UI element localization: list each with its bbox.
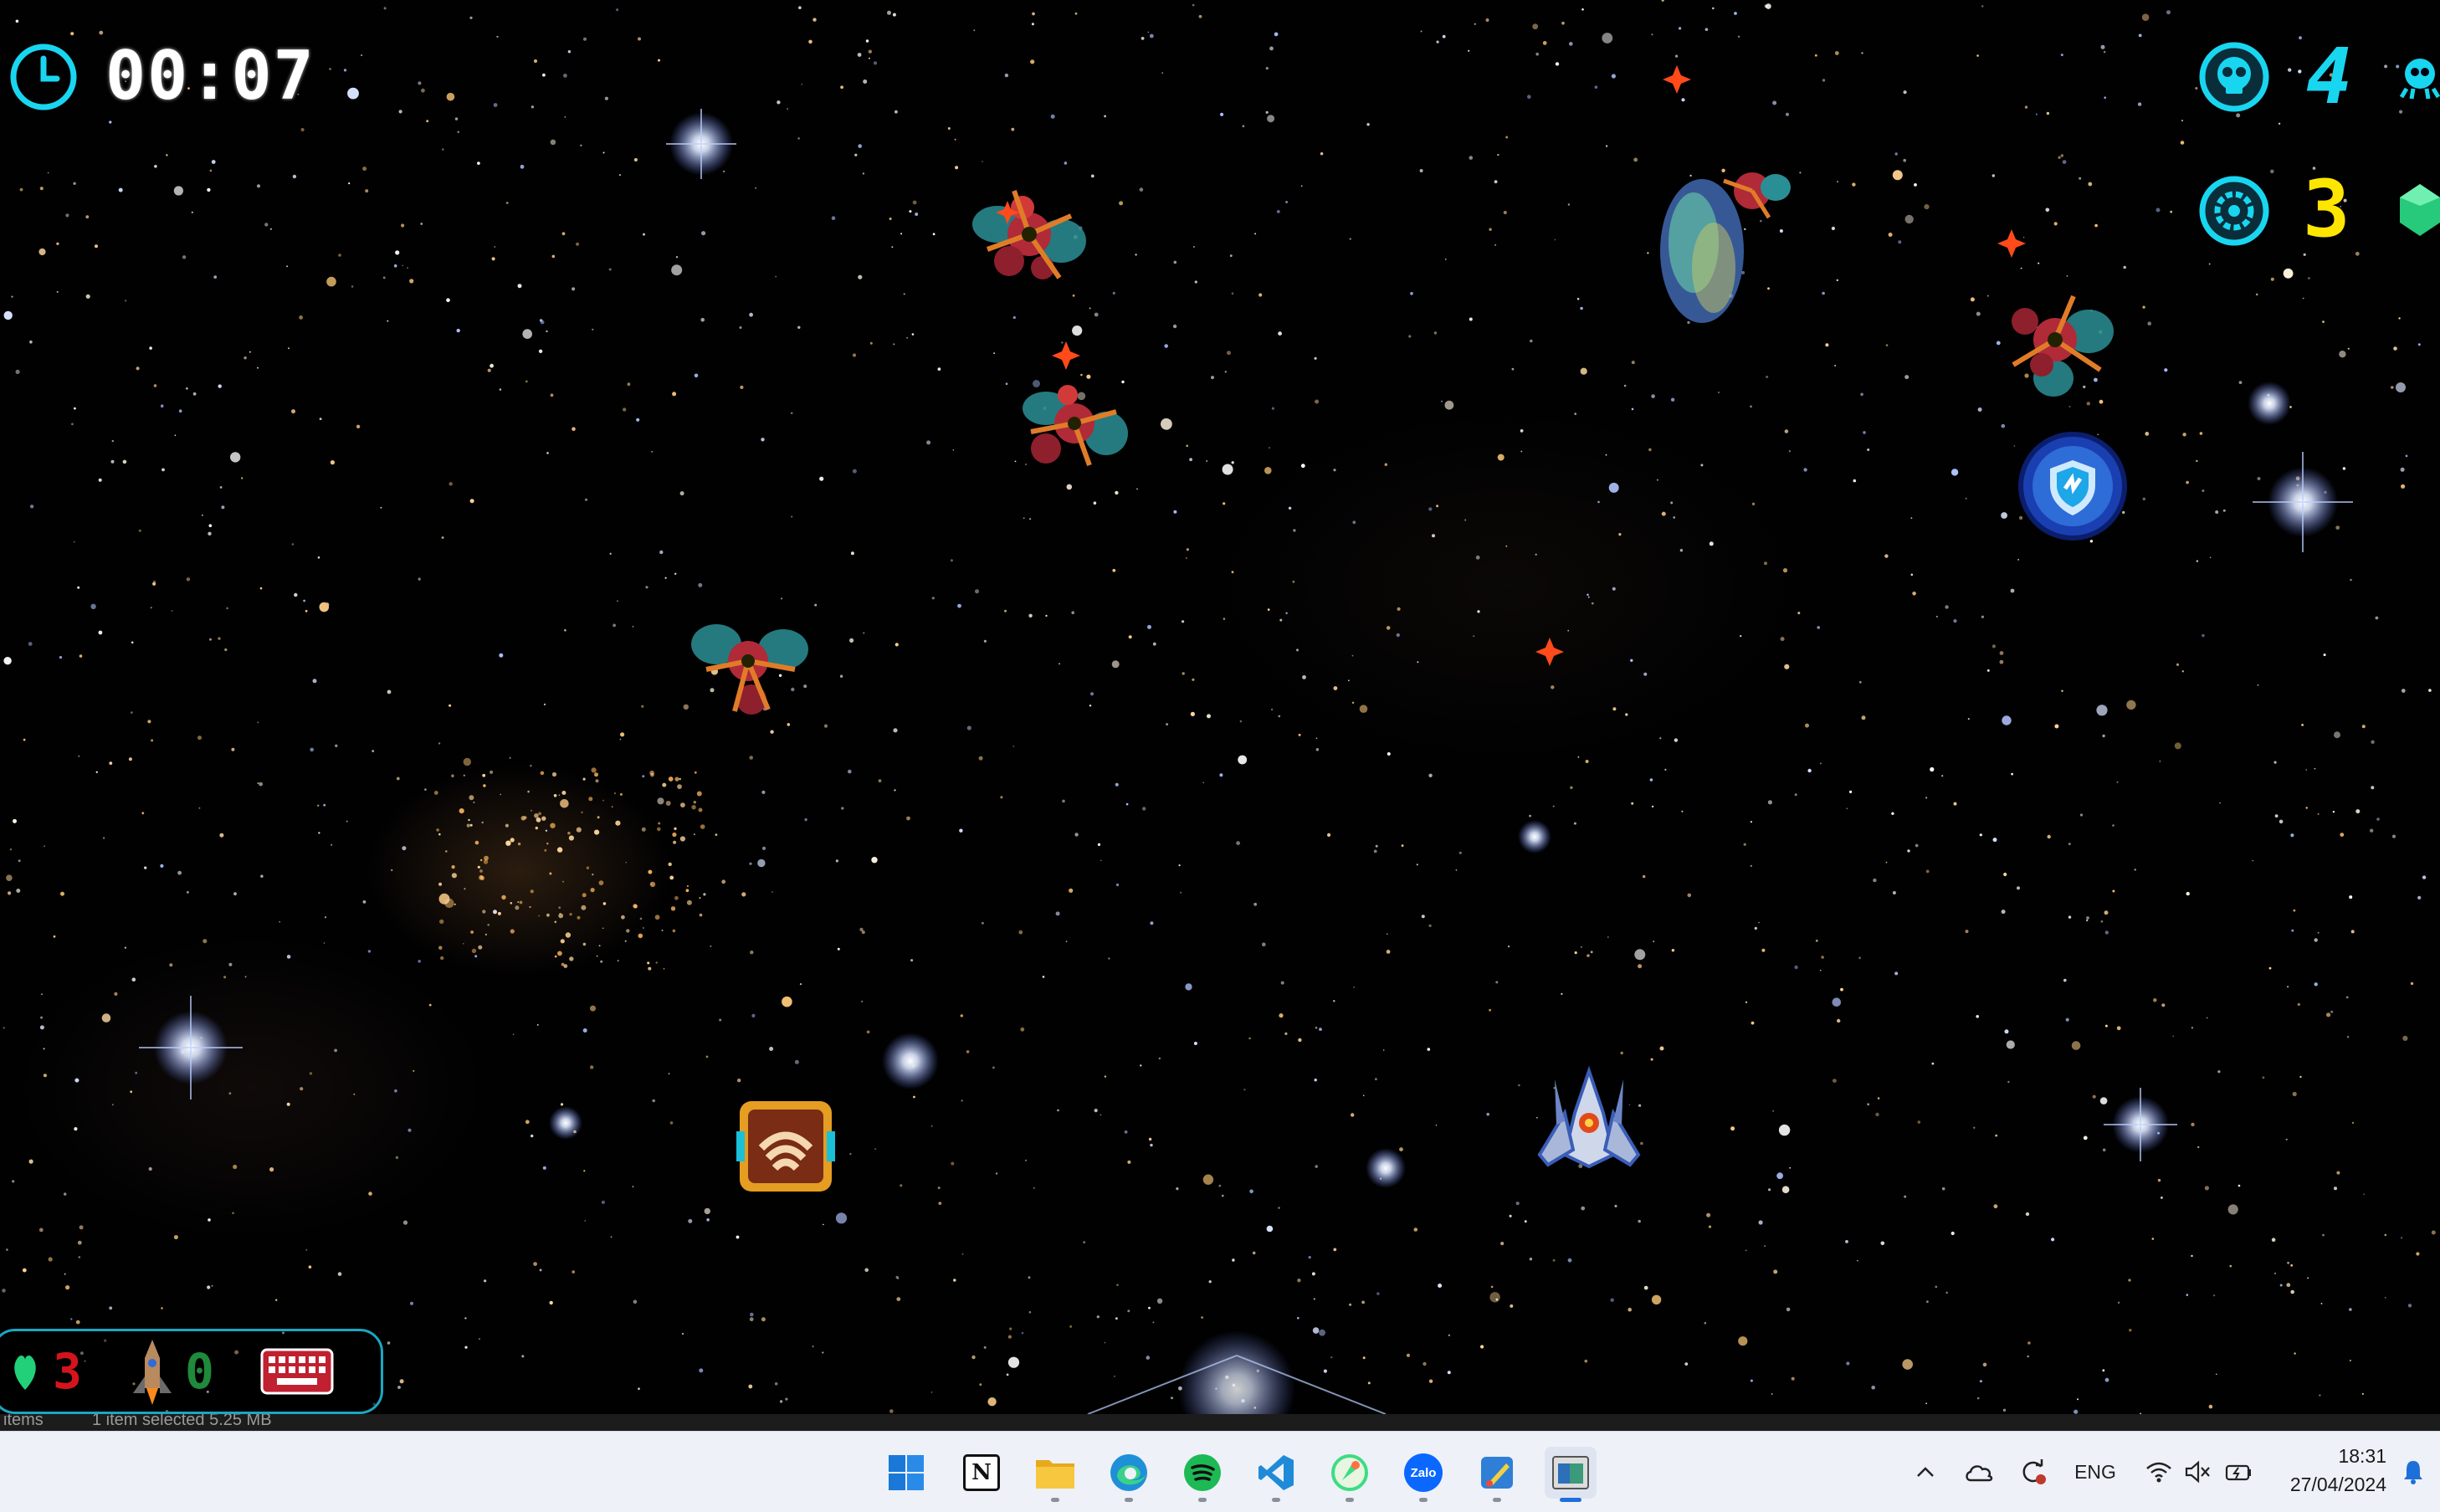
missile-icon <box>130 1338 175 1407</box>
taskbar: N Zalo ENG 18:31 27/04/2024 <box>0 1431 2440 1512</box>
status-selection-text: 1 item selected 5.25 MB <box>92 1414 272 1429</box>
taskbar-vscode[interactable] <box>1250 1447 1302 1502</box>
player-spaceship[interactable] <box>1531 1063 1647 1173</box>
volume-muted-icon[interactable] <box>2182 1455 2212 1489</box>
battery-charging-icon[interactable] <box>2224 1455 2254 1489</box>
taskbar-notion[interactable]: N <box>956 1447 1007 1499</box>
heart-icon <box>11 1351 39 1392</box>
shield-powerup-icon <box>2017 430 2129 542</box>
inventory-panel: 3 0 <box>0 1329 383 1414</box>
start-button[interactable] <box>880 1447 932 1499</box>
folder-icon <box>1036 1460 1074 1489</box>
game-window-icon <box>1552 1456 1589 1489</box>
notification-bell-icon[interactable] <box>2398 1455 2428 1489</box>
enemy-bullets <box>996 65 2026 666</box>
taskbar-time[interactable]: 18:31 <box>2338 1445 2386 1468</box>
spotify-icon <box>1184 1454 1221 1491</box>
wifi-crate-powerup-icon <box>736 1098 835 1195</box>
taskbar-paint[interactable] <box>1471 1447 1523 1502</box>
taskbar-game-window[interactable] <box>1545 1447 1597 1502</box>
taskbar-android-studio[interactable] <box>1324 1447 1376 1502</box>
taskbar-spotify[interactable] <box>1176 1447 1228 1502</box>
taskbar-file-explorer[interactable] <box>1029 1447 1081 1502</box>
windows-icon <box>889 1455 924 1490</box>
taskbar-edge[interactable] <box>1103 1447 1155 1502</box>
edge-icon <box>1110 1454 1147 1491</box>
keyboard-icon[interactable] <box>260 1348 334 1395</box>
lives-count: 3 <box>53 1343 82 1400</box>
onedrive-cloud-icon[interactable] <box>1960 1455 1998 1489</box>
notion-icon: N <box>963 1454 1000 1491</box>
show-hidden-icons-chevron-icon[interactable] <box>1911 1455 1940 1489</box>
explorer-status-bar: items 1 item selected 5.25 MB <box>0 1414 2440 1431</box>
android-studio-icon <box>1331 1454 1368 1491</box>
sync-icon[interactable] <box>2013 1455 2052 1489</box>
taskbar-zalo[interactable]: Zalo <box>1397 1447 1449 1502</box>
status-items-text: items <box>3 1414 44 1429</box>
paint-icon <box>1481 1457 1513 1489</box>
vscode-icon <box>1258 1455 1294 1490</box>
wifi-icon[interactable] <box>2144 1455 2174 1489</box>
game-canvas[interactable]: 00:07 4 3 3 0 <box>0 0 2440 1414</box>
taskbar-date[interactable]: 27/04/2024 <box>2290 1474 2386 1496</box>
language-indicator[interactable]: ENG <box>2070 1455 2120 1489</box>
missile-count: 0 <box>185 1343 214 1400</box>
zalo-icon: Zalo <box>1404 1453 1443 1492</box>
